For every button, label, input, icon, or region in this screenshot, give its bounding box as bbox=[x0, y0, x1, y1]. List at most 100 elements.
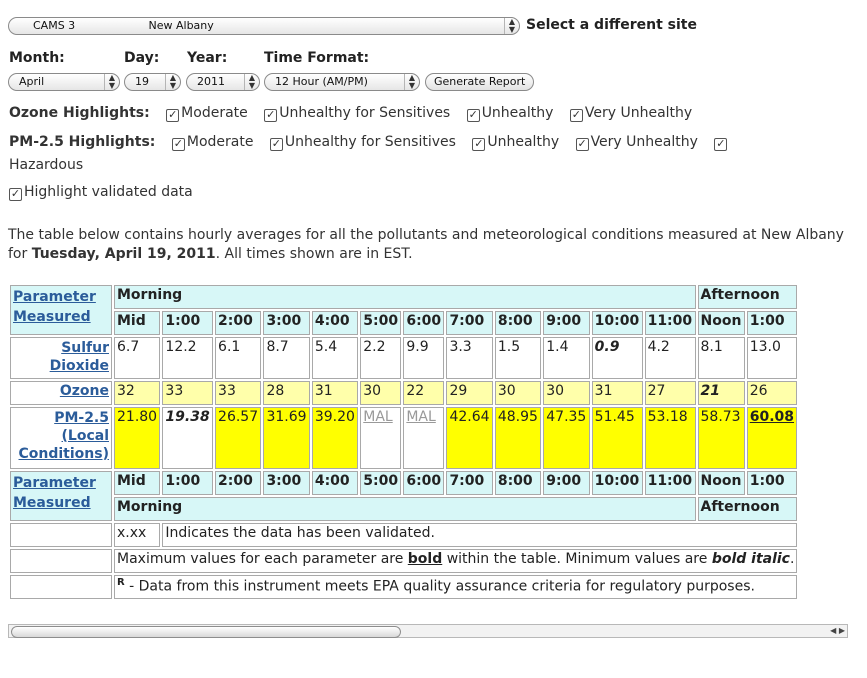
data-cell: 42.64 bbox=[446, 407, 493, 469]
data-cell: 53.18 bbox=[644, 407, 696, 469]
hour-header: 4:00 bbox=[311, 311, 359, 335]
day-label: Day: bbox=[124, 50, 160, 66]
select-site-label: Select a different site bbox=[526, 17, 697, 33]
ozone-very-unhealthy-checkbox[interactable]: ✓ Very Unhealthy bbox=[569, 105, 692, 122]
time-format-label: Time Format: bbox=[264, 50, 370, 66]
horizontal-scrollbar[interactable]: ◀ ▶ bbox=[8, 624, 848, 638]
year-arrows-icon: ▲ ▼ bbox=[244, 74, 259, 90]
data-table-scroll[interactable]: Parameter Measured Morning Afternoon Mid… bbox=[8, 283, 854, 621]
day-select[interactable]: 19 ▲ ▼ bbox=[124, 73, 181, 91]
data-cell: 48.95 bbox=[494, 407, 542, 469]
data-cell: 31 bbox=[591, 381, 643, 405]
site-select[interactable]: CAMS 3 New Albany ▲ ▼ bbox=[8, 17, 520, 35]
month-select[interactable]: April ▲ ▼ bbox=[8, 73, 120, 91]
hour-header: 8:00 bbox=[494, 311, 542, 335]
data-cell: 6.7 bbox=[114, 337, 161, 379]
highlight-validated-row: ✓ Highlight validated data bbox=[9, 184, 205, 201]
ozone-highlights-label: Ozone Highlights: bbox=[9, 105, 150, 121]
table-row-pm25: PM-2.5 (Local Conditions) 21.80 19.38 26… bbox=[10, 407, 798, 469]
ozone-unhealthy-checkbox[interactable]: ✓ Unhealthy bbox=[466, 105, 553, 122]
data-cell-min: 21 bbox=[697, 381, 745, 405]
pm25-moderate-checkbox[interactable]: ✓ Moderate bbox=[171, 134, 253, 151]
hour-header: 4:00 bbox=[311, 471, 359, 495]
hour-header: 6:00 bbox=[403, 471, 445, 495]
ozone-link[interactable]: Ozone bbox=[60, 383, 109, 399]
check-icon: ✓ bbox=[264, 108, 278, 122]
intro-text: The table below contains hourly averages… bbox=[8, 227, 844, 262]
data-cell: 30 bbox=[360, 381, 402, 405]
pm25-usg-checkbox[interactable]: ✓ Unhealthy for Sensitives bbox=[269, 134, 456, 151]
check-icon: ✓ bbox=[166, 108, 180, 122]
pm25-unhealthy-checkbox[interactable]: ✓ Unhealthy bbox=[472, 134, 559, 151]
check-icon: ✓ bbox=[269, 137, 283, 151]
day-arrows-icon: ▲ ▼ bbox=[165, 74, 180, 90]
hour-header: 6:00 bbox=[403, 311, 445, 335]
data-cell: 21.80 bbox=[114, 407, 161, 469]
hour-header: 3:00 bbox=[263, 311, 310, 335]
pm25-hazardous-checkbox-box[interactable]: ✓ bbox=[714, 134, 729, 151]
data-cell: 47.35 bbox=[543, 407, 590, 469]
scrollbar-thumb[interactable] bbox=[11, 626, 401, 638]
check-icon: ✓ bbox=[466, 108, 480, 122]
hour-header: 11:00 bbox=[644, 311, 696, 335]
data-cell: 58.73 bbox=[697, 407, 745, 469]
year-label: Year: bbox=[187, 50, 228, 66]
generate-report-button[interactable]: Generate Report bbox=[425, 73, 535, 91]
hour-header: 1:00 bbox=[746, 471, 798, 495]
data-cell: 33 bbox=[162, 381, 214, 405]
param-header-bottom: Parameter Measured bbox=[10, 471, 112, 521]
data-cell: 51.45 bbox=[591, 407, 643, 469]
check-icon: ✓ bbox=[171, 137, 185, 151]
data-cell-min: 19.38 bbox=[162, 407, 214, 469]
table-row-ozone: Ozone 32 33 33 28 31 30 22 29 30 30 31 2… bbox=[10, 381, 798, 405]
data-cell: 6.1 bbox=[215, 337, 262, 379]
hour-header: 10:00 bbox=[591, 471, 643, 495]
scroll-arrows-icon[interactable]: ◀ ▶ bbox=[830, 625, 845, 637]
parameter-measured-link[interactable]: Parameter Measured bbox=[13, 287, 109, 327]
year-select[interactable]: 2011 ▲ ▼ bbox=[186, 73, 260, 91]
note-row-regulatory: R - Data from this instrument meets EPA … bbox=[10, 575, 798, 599]
data-cell-missing[interactable]: MAL bbox=[360, 407, 402, 469]
hour-header: Noon bbox=[697, 311, 745, 335]
check-icon: ✓ bbox=[569, 108, 583, 122]
year-value: 2011 bbox=[197, 75, 225, 88]
hour-header: 8:00 bbox=[494, 471, 542, 495]
table-footer-row-hours: Parameter Measured Mid 1:00 2:00 3:00 4:… bbox=[10, 471, 798, 521]
parameter-measured-link-bottom[interactable]: Parameter Measured bbox=[13, 473, 109, 513]
highlight-validated-checkbox[interactable]: ✓ Highlight validated data bbox=[9, 184, 193, 201]
pm25-link[interactable]: PM-2.5 (Local Conditions) bbox=[15, 409, 110, 463]
morning-header: Morning bbox=[114, 285, 696, 309]
pm25-highlights-label: PM-2.5 Highlights: bbox=[9, 134, 156, 150]
hourly-data-table: Parameter Measured Morning Afternoon Mid… bbox=[8, 283, 799, 601]
site-name: New Albany bbox=[148, 19, 214, 32]
table-row-sulfur-dioxide: Sulfur Dioxide 6.7 12.2 6.1 8.7 5.4 2.2 … bbox=[10, 337, 798, 379]
ozone-moderate-checkbox[interactable]: ✓ Moderate bbox=[166, 105, 248, 122]
table-footer-row-period: Morning Afternoon bbox=[10, 497, 798, 521]
hour-header: 1:00 bbox=[162, 471, 214, 495]
data-cell: 3.3 bbox=[446, 337, 493, 379]
data-cell-missing[interactable]: MAL bbox=[403, 407, 445, 469]
ozone-usg-checkbox[interactable]: ✓ Unhealthy for Sensitives bbox=[264, 105, 450, 122]
table-header-row-hours: Mid 1:00 2:00 3:00 4:00 5:00 6:00 7:00 8… bbox=[10, 311, 798, 335]
regulatory-text: R - Data from this instrument meets EPA … bbox=[114, 575, 798, 599]
data-cell: 5.4 bbox=[311, 337, 359, 379]
data-cell: 9.9 bbox=[403, 337, 445, 379]
sulfur-dioxide-link[interactable]: Sulfur Dioxide bbox=[15, 339, 109, 375]
data-cell: 31 bbox=[311, 381, 359, 405]
hour-header: Mid bbox=[114, 311, 161, 335]
hour-header: 7:00 bbox=[446, 471, 493, 495]
hour-header: 11:00 bbox=[644, 471, 696, 495]
data-cell-min: 0.9 bbox=[591, 337, 643, 379]
data-cell: 39.20 bbox=[311, 407, 359, 469]
time-format-select[interactable]: 12 Hour (AM/PM) ▲ ▼ bbox=[264, 73, 420, 91]
check-icon: ✓ bbox=[472, 137, 486, 151]
table-header-row-period: Parameter Measured Morning Afternoon bbox=[10, 285, 798, 335]
day-value: 19 bbox=[135, 75, 149, 88]
maxmin-text: Maximum values for each parameter are bo… bbox=[114, 549, 798, 573]
pm25-very-unhealthy-checkbox[interactable]: ✓ Very Unhealthy bbox=[575, 134, 698, 151]
note-blank bbox=[10, 575, 112, 599]
hour-header: Mid bbox=[114, 471, 161, 495]
note-blank bbox=[10, 549, 112, 573]
data-cell: 4.2 bbox=[644, 337, 696, 379]
param-cell: PM-2.5 (Local Conditions) bbox=[10, 407, 112, 469]
